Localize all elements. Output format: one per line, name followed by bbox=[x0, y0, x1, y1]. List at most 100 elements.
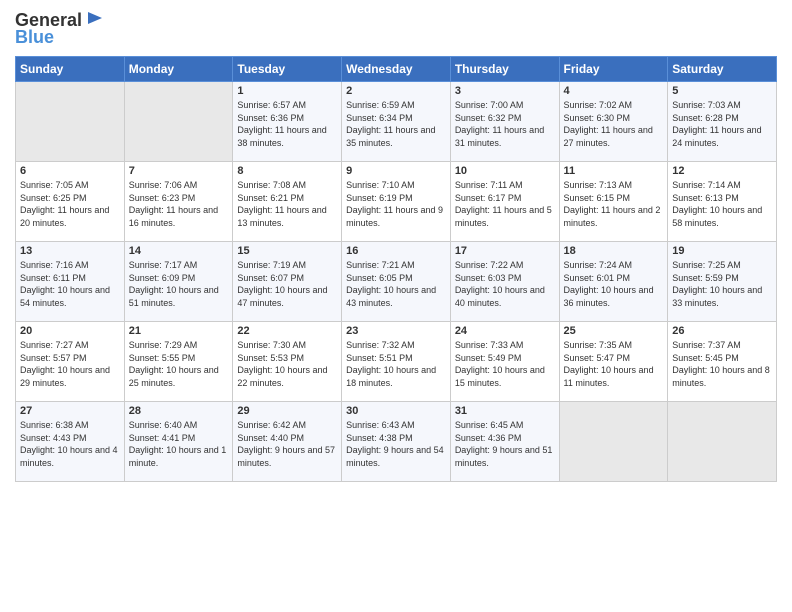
day-info: Sunrise: 7:21 AMSunset: 6:05 PMDaylight:… bbox=[346, 259, 446, 309]
day-info: Sunrise: 7:35 AMSunset: 5:47 PMDaylight:… bbox=[564, 339, 664, 389]
day-number: 3 bbox=[455, 85, 555, 97]
calendar-week-4: 20Sunrise: 7:27 AMSunset: 5:57 PMDayligh… bbox=[16, 322, 777, 402]
day-number: 11 bbox=[564, 165, 664, 177]
day-number: 10 bbox=[455, 165, 555, 177]
day-info: Sunrise: 7:33 AMSunset: 5:49 PMDaylight:… bbox=[455, 339, 555, 389]
day-info: Sunrise: 6:42 AMSunset: 4:40 PMDaylight:… bbox=[237, 419, 337, 469]
weekday-header-tuesday: Tuesday bbox=[233, 57, 342, 82]
day-number: 17 bbox=[455, 245, 555, 257]
day-number: 21 bbox=[129, 325, 229, 337]
day-info: Sunrise: 6:57 AMSunset: 6:36 PMDaylight:… bbox=[237, 99, 337, 149]
day-number: 30 bbox=[346, 405, 446, 417]
day-number: 4 bbox=[564, 85, 664, 97]
weekday-row: SundayMondayTuesdayWednesdayThursdayFrid… bbox=[16, 57, 777, 82]
day-info: Sunrise: 7:14 AMSunset: 6:13 PMDaylight:… bbox=[672, 179, 772, 229]
logo-blue-text: Blue bbox=[15, 27, 54, 48]
calendar-cell: 8 Sunrise: 7:08 AMSunset: 6:21 PMDaylight… bbox=[233, 162, 342, 242]
day-info: Sunrise: 7:30 AMSunset: 5:53 PMDaylight:… bbox=[237, 339, 337, 389]
day-info: Sunrise: 7:10 AMSunset: 6:19 PMDaylight:… bbox=[346, 179, 446, 229]
day-info: Sunrise: 7:27 AMSunset: 5:57 PMDaylight:… bbox=[20, 339, 120, 389]
calendar-cell: 15Sunrise: 7:19 AMSunset: 6:07 PMDayligh… bbox=[233, 242, 342, 322]
day-number: 15 bbox=[237, 245, 337, 257]
calendar-week-5: 27 Sunrise: 6:38 AMSunset: 4:43 PMDayligh… bbox=[16, 402, 777, 482]
weekday-header-sunday: Sunday bbox=[16, 57, 125, 82]
calendar-cell: 14 Sunrise: 7:17 AMSunset: 6:09 PMDayligh… bbox=[124, 242, 233, 322]
day-number: 18 bbox=[564, 245, 664, 257]
calendar-cell: 17Sunrise: 7:22 AMSunset: 6:03 PMDayligh… bbox=[450, 242, 559, 322]
day-number: 13 bbox=[20, 245, 120, 257]
day-number: 25 bbox=[564, 325, 664, 337]
day-number: 1 bbox=[237, 85, 337, 97]
day-info: Sunrise: 7:17 AMSunset: 6:09 PMDaylight:… bbox=[129, 259, 229, 309]
calendar-cell: 31 Sunrise: 6:45 AMSunset: 4:36 PMDayligh… bbox=[450, 402, 559, 482]
day-number: 6 bbox=[20, 165, 120, 177]
day-info: Sunrise: 6:38 AMSunset: 4:43 PMDaylight:… bbox=[20, 419, 120, 469]
calendar-cell: 24 Sunrise: 7:33 AMSunset: 5:49 PMDayligh… bbox=[450, 322, 559, 402]
day-number: 29 bbox=[237, 405, 337, 417]
calendar-cell: 7 Sunrise: 7:06 AMSunset: 6:23 PMDaylight… bbox=[124, 162, 233, 242]
day-info: Sunrise: 7:16 AMSunset: 6:11 PMDaylight:… bbox=[20, 259, 120, 309]
day-info: Sunrise: 6:45 AMSunset: 4:36 PMDaylight:… bbox=[455, 419, 555, 469]
calendar-cell: 2Sunrise: 6:59 AMSunset: 6:34 PMDaylight… bbox=[342, 82, 451, 162]
calendar-cell: 10 Sunrise: 7:11 AMSunset: 6:17 PMDayligh… bbox=[450, 162, 559, 242]
calendar-week-3: 13 Sunrise: 7:16 AMSunset: 6:11 PMDayligh… bbox=[16, 242, 777, 322]
day-number: 22 bbox=[237, 325, 337, 337]
weekday-header-monday: Monday bbox=[124, 57, 233, 82]
weekday-header-saturday: Saturday bbox=[668, 57, 777, 82]
day-info: Sunrise: 7:11 AMSunset: 6:17 PMDaylight:… bbox=[455, 179, 555, 229]
day-number: 16 bbox=[346, 245, 446, 257]
calendar-cell: 20Sunrise: 7:27 AMSunset: 5:57 PMDayligh… bbox=[16, 322, 125, 402]
day-info: Sunrise: 6:43 AMSunset: 4:38 PMDaylight:… bbox=[346, 419, 446, 469]
calendar-cell: 30 Sunrise: 6:43 AMSunset: 4:38 PMDayligh… bbox=[342, 402, 451, 482]
calendar-cell: 27 Sunrise: 6:38 AMSunset: 4:43 PMDayligh… bbox=[16, 402, 125, 482]
calendar-cell: 12 Sunrise: 7:14 AMSunset: 6:13 PMDayligh… bbox=[668, 162, 777, 242]
day-number: 9 bbox=[346, 165, 446, 177]
day-number: 24 bbox=[455, 325, 555, 337]
day-info: Sunrise: 7:00 AMSunset: 6:32 PMDaylight:… bbox=[455, 99, 555, 149]
weekday-header-wednesday: Wednesday bbox=[342, 57, 451, 82]
header: General Blue bbox=[15, 10, 777, 48]
calendar-cell: 5Sunrise: 7:03 AMSunset: 6:28 PMDaylight… bbox=[668, 82, 777, 162]
day-number: 31 bbox=[455, 405, 555, 417]
day-info: Sunrise: 7:29 AMSunset: 5:55 PMDaylight:… bbox=[129, 339, 229, 389]
day-info: Sunrise: 7:37 AMSunset: 5:45 PMDaylight:… bbox=[672, 339, 772, 389]
day-info: Sunrise: 7:05 AMSunset: 6:25 PMDaylight:… bbox=[20, 179, 120, 229]
calendar-cell: 9 Sunrise: 7:10 AMSunset: 6:19 PMDaylight… bbox=[342, 162, 451, 242]
calendar-week-2: 6 Sunrise: 7:05 AMSunset: 6:25 PMDaylight… bbox=[16, 162, 777, 242]
day-number: 2 bbox=[346, 85, 446, 97]
day-info: Sunrise: 7:08 AMSunset: 6:21 PMDaylight:… bbox=[237, 179, 337, 229]
day-number: 7 bbox=[129, 165, 229, 177]
day-number: 14 bbox=[129, 245, 229, 257]
calendar-body: 1 Sunrise: 6:57 AMSunset: 6:36 PMDaylight… bbox=[16, 82, 777, 482]
calendar-cell bbox=[124, 82, 233, 162]
calendar-cell: 3 Sunrise: 7:00 AMSunset: 6:32 PMDaylight… bbox=[450, 82, 559, 162]
day-number: 12 bbox=[672, 165, 772, 177]
calendar-cell: 26 Sunrise: 7:37 AMSunset: 5:45 PMDayligh… bbox=[668, 322, 777, 402]
calendar-cell: 25 Sunrise: 7:35 AMSunset: 5:47 PMDayligh… bbox=[559, 322, 668, 402]
day-info: Sunrise: 6:40 AMSunset: 4:41 PMDaylight:… bbox=[129, 419, 229, 469]
day-number: 26 bbox=[672, 325, 772, 337]
calendar-cell: 13 Sunrise: 7:16 AMSunset: 6:11 PMDayligh… bbox=[16, 242, 125, 322]
day-number: 23 bbox=[346, 325, 446, 337]
logo-flag-icon bbox=[84, 8, 106, 30]
weekday-header-friday: Friday bbox=[559, 57, 668, 82]
calendar-cell: 29 Sunrise: 6:42 AMSunset: 4:40 PMDayligh… bbox=[233, 402, 342, 482]
calendar-table: SundayMondayTuesdayWednesdayThursdayFrid… bbox=[15, 56, 777, 482]
logo: General Blue bbox=[15, 10, 106, 48]
weekday-header-thursday: Thursday bbox=[450, 57, 559, 82]
day-number: 19 bbox=[672, 245, 772, 257]
day-number: 5 bbox=[672, 85, 772, 97]
day-info: Sunrise: 7:24 AMSunset: 6:01 PMDaylight:… bbox=[564, 259, 664, 309]
day-info: Sunrise: 7:06 AMSunset: 6:23 PMDaylight:… bbox=[129, 179, 229, 229]
calendar-cell: 22 Sunrise: 7:30 AMSunset: 5:53 PMDayligh… bbox=[233, 322, 342, 402]
day-number: 28 bbox=[129, 405, 229, 417]
calendar-cell: 1 Sunrise: 6:57 AMSunset: 6:36 PMDaylight… bbox=[233, 82, 342, 162]
calendar-cell bbox=[668, 402, 777, 482]
day-info: Sunrise: 7:25 AMSunset: 5:59 PMDaylight:… bbox=[672, 259, 772, 309]
calendar-cell: 21 Sunrise: 7:29 AMSunset: 5:55 PMDayligh… bbox=[124, 322, 233, 402]
day-number: 8 bbox=[237, 165, 337, 177]
calendar-cell: 18 Sunrise: 7:24 AMSunset: 6:01 PMDayligh… bbox=[559, 242, 668, 322]
day-number: 27 bbox=[20, 405, 120, 417]
day-info: Sunrise: 7:02 AMSunset: 6:30 PMDaylight:… bbox=[564, 99, 664, 149]
calendar-cell: 19 Sunrise: 7:25 AMSunset: 5:59 PMDayligh… bbox=[668, 242, 777, 322]
